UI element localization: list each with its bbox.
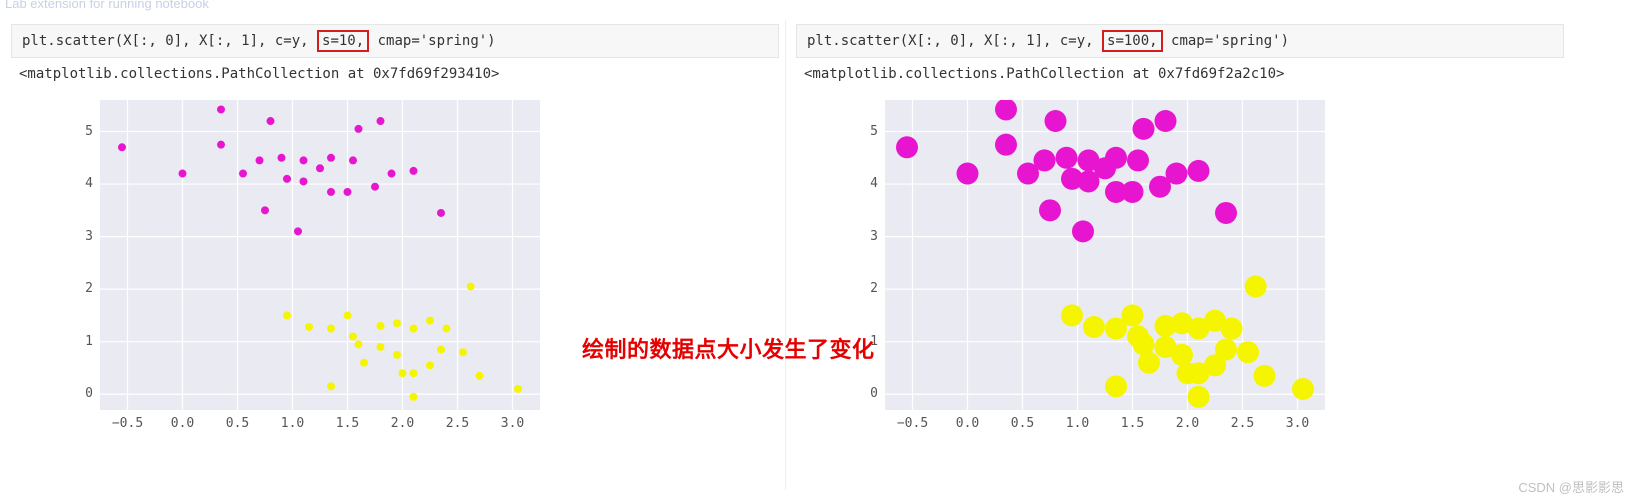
y-tick: 1 — [45, 334, 93, 349]
x-tick: 0.0 — [948, 416, 988, 431]
y-tick: 5 — [45, 124, 93, 139]
scatter-right: 012345−0.50.00.51.01.52.02.53.0 — [830, 90, 1340, 450]
y-tick: 2 — [830, 281, 878, 296]
y-tick: 4 — [45, 176, 93, 191]
x-tick: 0.5 — [218, 416, 258, 431]
x-tick: 2.5 — [1223, 416, 1263, 431]
y-tick: 0 — [45, 386, 93, 401]
axes-left — [100, 100, 540, 410]
x-tick: −0.5 — [893, 416, 933, 431]
code-cell-left[interactable]: plt.scatter(X[:, 0], X[:, 1], c=y, s=10,… — [11, 24, 779, 58]
y-tick: 3 — [830, 229, 878, 244]
scatter-left: 0 1 2 3 4 5 −0.5 0.0 0.5 1.0 1.5 2.0 2.5 3.0 — [45, 90, 555, 450]
watermark: CSDN @思影影思 — [1518, 477, 1624, 496]
x-tick: 3.0 — [1278, 416, 1318, 431]
background-tab-text: Lab extension for running notebook — [5, 0, 209, 11]
notebook-cell-left: plt.scatter(X[:, 0], X[:, 1], c=y, s=10,… — [5, 20, 786, 490]
highlighted-arg-left: s=10, — [317, 30, 369, 52]
x-tick: 0.0 — [163, 416, 203, 431]
axes-right — [885, 100, 1325, 410]
x-tick: 3.0 — [493, 416, 533, 431]
y-tick: 5 — [830, 124, 878, 139]
x-tick: 2.5 — [438, 416, 478, 431]
code-cell-right[interactable]: plt.scatter(X[:, 0], X[:, 1], c=y, s=100… — [796, 24, 1564, 58]
y-tick: 4 — [830, 176, 878, 191]
x-tick: 1.5 — [328, 416, 368, 431]
output-repr-left: <matplotlib.collections.PathCollection a… — [5, 58, 785, 86]
notebook-cell-right: plt.scatter(X[:, 0], X[:, 1], c=y, s=100… — [790, 20, 1570, 490]
y-tick: 2 — [45, 281, 93, 296]
output-repr-right: <matplotlib.collections.PathCollection a… — [790, 58, 1570, 86]
x-tick: 2.0 — [1168, 416, 1208, 431]
x-tick: 1.0 — [273, 416, 313, 431]
x-tick: 1.5 — [1113, 416, 1153, 431]
x-tick: −0.5 — [108, 416, 148, 431]
x-tick: 0.5 — [1003, 416, 1043, 431]
x-tick: 1.0 — [1058, 416, 1098, 431]
y-tick: 0 — [830, 386, 878, 401]
annotation-text: 绘制的数据点大小发生了变化 — [582, 332, 875, 364]
y-tick: 3 — [45, 229, 93, 244]
highlighted-arg-right: s=100, — [1102, 30, 1163, 52]
x-tick: 2.0 — [383, 416, 423, 431]
